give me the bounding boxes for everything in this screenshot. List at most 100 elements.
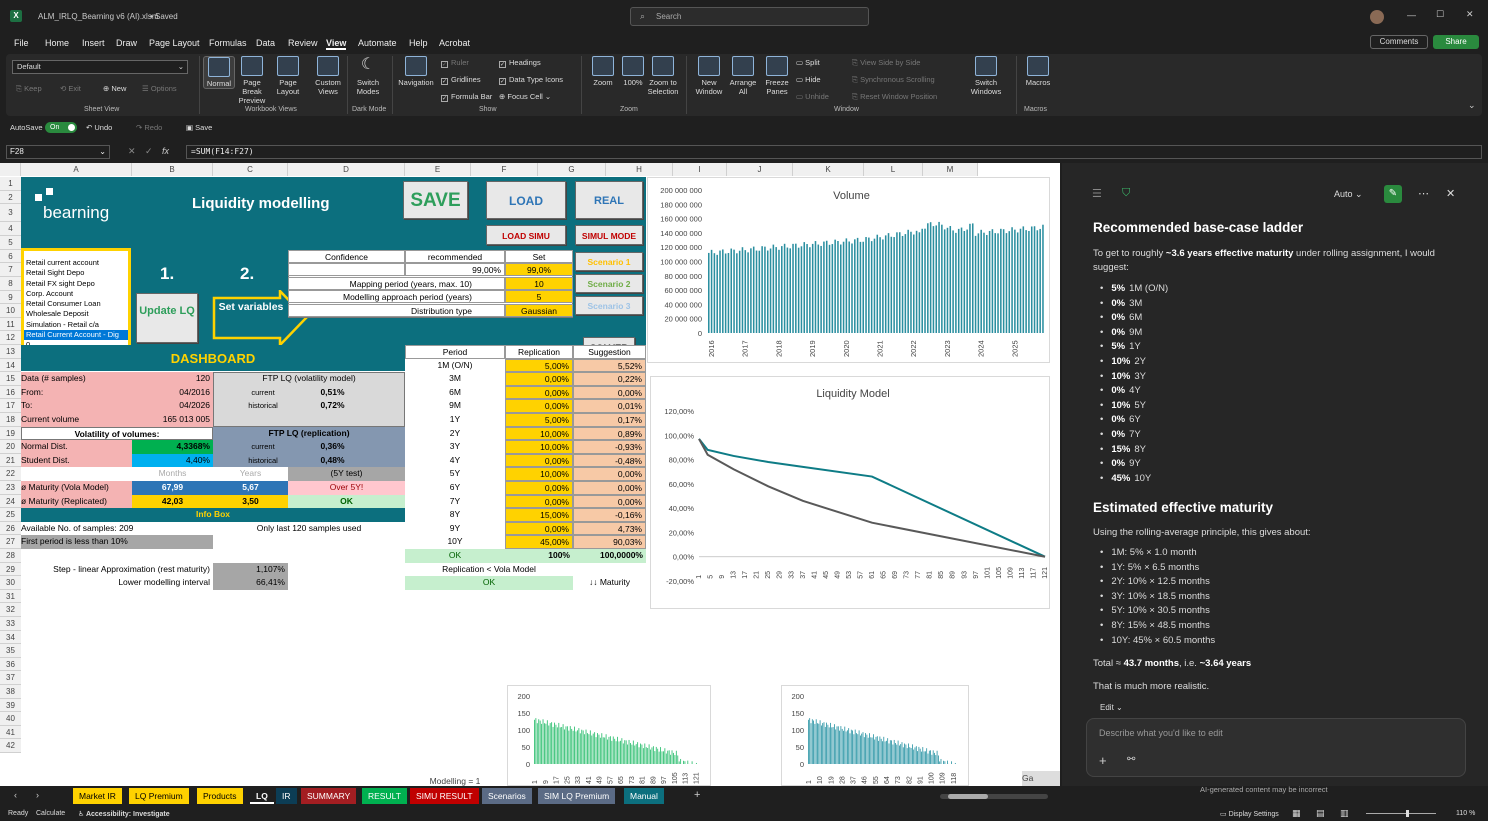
update-lq-button[interactable]: Update LQ — [136, 293, 198, 343]
page-layout-icon[interactable]: ▤ — [1316, 808, 1325, 819]
menu-draw[interactable]: Draw — [116, 38, 137, 48]
side-by-side-button[interactable]: ⎘ View Side by Side — [852, 58, 920, 68]
ladder-period[interactable]: 6M — [405, 386, 505, 400]
rep-current-value[interactable]: 0,36% — [300, 440, 365, 454]
ladder-period[interactable]: 9Y — [405, 522, 505, 536]
ladder-period[interactable]: 5Y — [405, 467, 505, 481]
ladder-ok[interactable]: OK — [405, 549, 505, 563]
undo-button[interactable]: ↶ Undo — [86, 123, 112, 132]
sheet-tab-result[interactable]: RESULT — [362, 788, 407, 804]
current-volume-value[interactable]: 165 013 005 — [132, 413, 213, 427]
ladder-period[interactable]: 3Y — [405, 440, 505, 454]
current-volume-label[interactable]: Current volume — [21, 413, 132, 427]
new-chat-icon[interactable]: ✎ — [1384, 185, 1402, 203]
normal-view-icon[interactable]: ▦ — [1292, 808, 1301, 819]
ladder-period[interactable]: 3M — [405, 372, 505, 386]
ladder-period[interactable]: 7Y — [405, 495, 505, 509]
param-rec[interactable]: 99,00% — [405, 263, 505, 276]
listbox-item[interactable]: Corp. Account — [24, 289, 128, 299]
ladder-suggestion[interactable]: 0,22% — [573, 372, 646, 386]
load-button[interactable]: LOAD — [486, 181, 566, 219]
ladder-period[interactable]: 10Y — [405, 535, 505, 549]
navigation-button[interactable]: Navigation — [396, 56, 436, 87]
param-set[interactable]: 5 — [505, 290, 573, 304]
sheet-tab-sim-lq-premium[interactable]: SIM LQ Premium — [538, 788, 616, 804]
from-label[interactable]: From: — [21, 385, 132, 400]
page-break-icon[interactable]: ▥ — [1340, 808, 1349, 819]
scenario-1-button[interactable]: Scenario 1 — [575, 252, 643, 271]
sheet-tab-scenarios[interactable]: Scenarios — [482, 788, 532, 804]
param-label[interactable]: Distribution type — [288, 303, 505, 317]
sheet-tab-market-ir[interactable]: Market IR — [73, 788, 122, 804]
ftp-current-value[interactable]: 0,51% — [300, 386, 365, 400]
menu-page-layout[interactable]: Page Layout — [149, 38, 200, 48]
param-h1[interactable]: Confidence — [288, 250, 405, 263]
prev-sheet-icon[interactable]: ‹ — [14, 790, 17, 800]
mat-rep-months[interactable]: 42,03 — [132, 494, 213, 509]
menu-home[interactable]: Home — [45, 38, 69, 48]
step-label[interactable]: Step - linear Approximation (rest maturi… — [21, 563, 213, 577]
rep-hist-label[interactable]: historical — [213, 454, 313, 468]
ladder-replication[interactable]: 0,00% — [505, 494, 573, 509]
ftp-hist-value[interactable]: 0,72% — [300, 399, 365, 413]
zoom-2-button[interactable]: Zoom to Selection — [646, 56, 680, 96]
student-label[interactable]: Student Dist. — [21, 453, 132, 468]
menu-review[interactable]: Review — [288, 38, 318, 48]
close-button[interactable]: ✕ — [1466, 9, 1474, 20]
maximize-button[interactable]: ☐ — [1436, 9, 1444, 20]
available-samples[interactable]: Available No. of samples: 209 — [21, 522, 213, 536]
chart-small-teal[interactable]: 200 150 100 50 0 1 10 19 28 37 46 55 64 73 82 91 100 109 1… — [781, 685, 969, 786]
status-calculate[interactable]: Calculate — [36, 810, 65, 817]
auto-dropdown[interactable]: Auto ⌄ — [1334, 189, 1363, 200]
menu-view[interactable]: View — [326, 38, 347, 50]
add-icon[interactable]: + — [1099, 753, 1107, 768]
param-label[interactable]: Mapping period (years, max. 10) — [288, 276, 505, 290]
view-custom-views-button[interactable]: Custom Views — [312, 56, 344, 96]
accessibility-status[interactable]: ♿ Accessibility: Investigate — [78, 810, 170, 818]
ftp-rep-title[interactable]: FTP LQ (replication) — [213, 427, 405, 441]
menu-acrobat[interactable]: Acrobat — [439, 38, 470, 48]
step-value[interactable]: 1,107% — [213, 562, 288, 577]
zoom-1-button[interactable]: 100% — [616, 56, 650, 87]
hide-button[interactable]: ▭ Hide — [796, 75, 821, 84]
logo-text[interactable]: bearning — [43, 201, 143, 225]
ladder-period[interactable]: 8Y — [405, 508, 505, 522]
function-icon[interactable]: fx — [162, 146, 169, 156]
chart-liquidity[interactable]: Liquidity Model120,00%100,00%80,00%60,00… — [650, 376, 1050, 609]
chart-small-green[interactable]: 2001501005001 9 17 25 33 41 49 57 65 73 81 89 97 105 1… — [507, 685, 711, 786]
over5y-flag[interactable]: Over 5Y! — [288, 481, 405, 495]
param-set[interactable]: Gaussian — [505, 303, 573, 317]
zoom-0-button[interactable]: Zoom — [586, 56, 620, 87]
suggestion-header[interactable]: Suggestion — [573, 345, 646, 359]
to-value[interactable]: 04/2026 — [132, 399, 213, 413]
sheet-tab-lq-premium[interactable]: LQ Premium — [129, 788, 189, 804]
ladder-suggestion[interactable]: 0,00% — [573, 467, 646, 481]
switch-windows-button[interactable]: Switch Windows — [964, 56, 1008, 96]
infobox-title[interactable]: Info Box — [21, 508, 405, 522]
ladder-suggestion[interactable]: 0,00% — [573, 494, 646, 509]
horizontal-scrollbar[interactable] — [940, 794, 1048, 799]
window-1-button[interactable]: Arrange All — [726, 56, 760, 96]
student-value[interactable]: 4,40% — [132, 453, 213, 468]
options-button[interactable]: ☰ Options — [142, 84, 177, 93]
ladder-suggestion[interactable]: 5,52% — [573, 358, 646, 373]
window-2-button[interactable]: Freeze Panes — [760, 56, 794, 96]
sheet-view-select[interactable]: Default ⌄ — [12, 60, 188, 74]
keep-button[interactable]: ⎘ Keep — [16, 84, 42, 94]
test5y-header[interactable]: (5Y test) — [288, 467, 405, 481]
rep-ok-flag[interactable]: OK — [288, 494, 405, 509]
param-label[interactable]: Modelling approach period (years) — [288, 290, 505, 304]
ftp-current-label[interactable]: current — [213, 386, 313, 400]
mat-vola-months[interactable]: 67,99 — [132, 481, 213, 495]
menu-file[interactable]: File — [14, 38, 29, 48]
ruler-checkbox[interactable]: ✓ Ruler — [441, 58, 469, 68]
comments-button[interactable]: Comments — [1370, 35, 1428, 49]
sheet-title[interactable]: Liquidity modelling — [192, 193, 372, 215]
menu-data[interactable]: Data — [256, 38, 275, 48]
mat-vola-label[interactable]: ø Maturity (Vola Model) — [21, 481, 132, 495]
edit-dropdown[interactable]: Edit ⌄ — [1100, 703, 1123, 712]
listbox-item[interactable]: Retail FX sight Depo — [24, 279, 128, 289]
step-2-label[interactable]: 2. — [240, 263, 270, 285]
ladder-replication[interactable]: 0,00% — [505, 521, 573, 536]
ladder-replication[interactable]: 0,00% — [505, 372, 573, 386]
